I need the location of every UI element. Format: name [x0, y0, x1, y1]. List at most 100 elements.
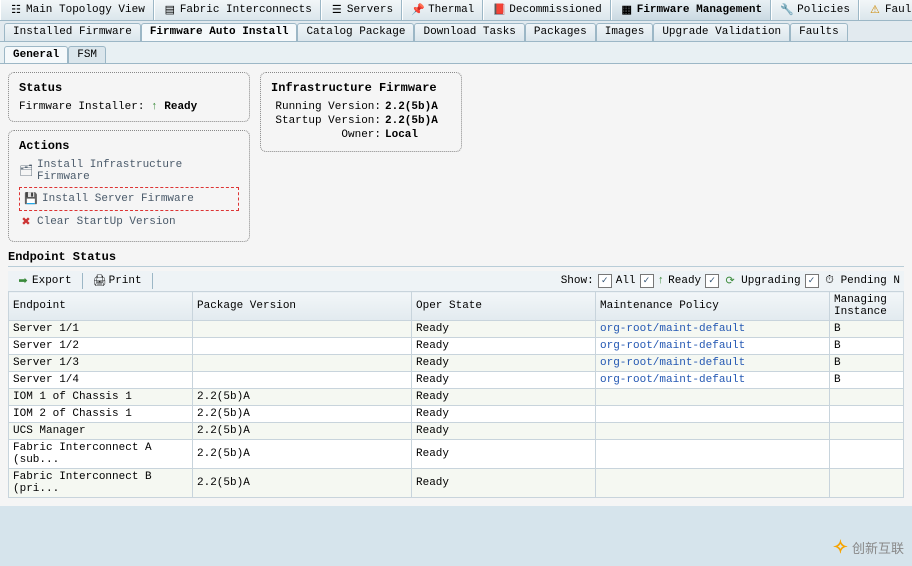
filter-pending-label: Pending N	[841, 275, 900, 287]
action-install-server[interactable]: 💾 Install Server Firmware	[19, 187, 239, 211]
inner-tab-general[interactable]: General	[4, 46, 68, 63]
content-area: Status Firmware Installer: ↑ Ready Actio…	[0, 63, 912, 506]
inner-tabs: General FSM	[0, 42, 912, 63]
export-button[interactable]: ➡Export	[12, 273, 76, 289]
cell-managing	[830, 469, 904, 498]
col-managing[interactable]: Managing Instance	[830, 292, 904, 321]
subtab-firmware-auto-install[interactable]: Firmware Auto Install	[141, 23, 298, 41]
subtab-download-tasks[interactable]: Download Tasks	[414, 23, 524, 41]
maint-link[interactable]: org-root/maint-default	[600, 374, 745, 386]
filter-pending-checkbox[interactable]: ✓	[805, 274, 819, 288]
firmware-icon: ▦	[620, 3, 634, 17]
cell-maint: org-root/maint-default	[596, 372, 830, 389]
installer-state: Ready	[164, 101, 197, 113]
show-label: Show:	[561, 275, 594, 287]
tab-firmware-management[interactable]: ▦Firmware Management	[611, 0, 771, 20]
subtab-images[interactable]: Images	[596, 23, 654, 41]
filter-upgrading-checkbox[interactable]: ✓	[705, 274, 719, 288]
table-row[interactable]: Server 1/1Readyorg-root/maint-defaultB	[9, 321, 904, 338]
cell-endpoint: UCS Manager	[9, 423, 193, 440]
tab-thermal[interactable]: 📌Thermal	[402, 0, 483, 20]
status-panel: Status Firmware Installer: ↑ Ready	[8, 72, 250, 122]
install-infra-icon: 🗂	[19, 164, 33, 178]
subtab-packages[interactable]: Packages	[525, 23, 596, 41]
action-clear-startup[interactable]: ✖ Clear StartUp Version	[19, 215, 239, 229]
pending-icon: ⏱	[823, 274, 837, 288]
cell-managing: B	[830, 355, 904, 372]
cell-maint: org-root/maint-default	[596, 338, 830, 355]
tab-decommissioned[interactable]: 📕Decommissioned	[483, 0, 610, 20]
cell-oper: Ready	[412, 355, 596, 372]
filter-ready-label: Ready	[668, 275, 701, 287]
filter-ready-checkbox[interactable]: ✓	[640, 274, 654, 288]
cell-maint	[596, 440, 830, 469]
upgrading-icon: ⟳	[723, 274, 737, 288]
print-button[interactable]: 🖨Print	[89, 273, 146, 289]
cell-oper: Ready	[412, 321, 596, 338]
ready-arrow-icon: ↑	[151, 101, 158, 113]
cell-endpoint: Server 1/4	[9, 372, 193, 389]
table-row[interactable]: IOM 1 of Chassis 12.2(5b)AReady	[9, 389, 904, 406]
cell-endpoint: Server 1/3	[9, 355, 193, 372]
tab-policies[interactable]: 🔧Policies	[771, 0, 859, 20]
table-row[interactable]: Server 1/3 Ready org-root/maint-default B	[9, 355, 904, 372]
subtab-installed-firmware[interactable]: Installed Firmware	[4, 23, 141, 41]
install-server-icon: 💾	[24, 192, 38, 206]
subtab-faults[interactable]: Faults	[790, 23, 848, 41]
table-row[interactable]: Fabric Interconnect B (pri...2.2(5b)ARea…	[9, 469, 904, 498]
cell-package	[193, 321, 412, 338]
cell-managing	[830, 389, 904, 406]
watermark-logo-icon: ✧	[833, 537, 848, 558]
cell-endpoint: IOM 1 of Chassis 1	[9, 389, 193, 406]
cell-endpoint: Server 1/2	[9, 338, 193, 355]
cell-maint	[596, 406, 830, 423]
filter-all-label: All	[616, 275, 636, 287]
cell-managing: B	[830, 338, 904, 355]
subtab-catalog-package[interactable]: Catalog Package	[297, 23, 414, 41]
policies-icon: 🔧	[780, 3, 794, 17]
actions-panel: Actions 🗂 Install Infrastructure Firmwar…	[8, 130, 250, 242]
fabric-icon: ▤	[163, 3, 177, 17]
cell-package: 2.2(5b)A	[193, 469, 412, 498]
cell-maint: org-root/maint-default	[596, 321, 830, 338]
col-endpoint[interactable]: Endpoint	[9, 292, 193, 321]
tab-fabric-interconnects[interactable]: ▤Fabric Interconnects	[154, 0, 321, 20]
endpoint-table: Endpoint Package Version Oper State Main…	[8, 291, 904, 498]
cell-package: 2.2(5b)A	[193, 440, 412, 469]
cell-oper: Ready	[412, 389, 596, 406]
status-title: Status	[19, 81, 239, 95]
col-maint[interactable]: Maintenance Policy	[596, 292, 830, 321]
cell-package	[193, 338, 412, 355]
table-row[interactable]: Server 1/4Readyorg-root/maint-defaultB	[9, 372, 904, 389]
cell-package	[193, 355, 412, 372]
maint-link[interactable]: org-root/maint-default	[600, 340, 745, 352]
cell-oper: Ready	[412, 406, 596, 423]
owner-value: Local	[385, 129, 418, 141]
watermark: ✧ 创新互联	[833, 537, 904, 558]
sub-tabs: Installed Firmware Firmware Auto Install…	[0, 21, 912, 42]
table-row[interactable]: Fabric Interconnect A (sub...2.2(5b)ARea…	[9, 440, 904, 469]
server-icon: ☰	[330, 3, 344, 17]
cell-package: 2.2(5b)A	[193, 406, 412, 423]
running-value: 2.2(5b)A	[385, 101, 438, 113]
table-row[interactable]: Server 1/2Readyorg-root/maint-defaultB	[9, 338, 904, 355]
table-row[interactable]: IOM 2 of Chassis 12.2(5b)AReady	[9, 406, 904, 423]
cell-maint	[596, 423, 830, 440]
cell-endpoint: IOM 2 of Chassis 1	[9, 406, 193, 423]
col-package[interactable]: Package Version	[193, 292, 412, 321]
table-row[interactable]: UCS Manager2.2(5b)AReady	[9, 423, 904, 440]
maint-link[interactable]: org-root/maint-default	[600, 357, 745, 369]
inner-tab-fsm[interactable]: FSM	[68, 46, 106, 63]
filter-all-checkbox[interactable]: ✓	[598, 274, 612, 288]
maint-link[interactable]: org-root/maint-default	[600, 323, 745, 335]
cell-oper: Ready	[412, 440, 596, 469]
ready-icon: ↑	[658, 275, 665, 287]
subtab-upgrade-validation[interactable]: Upgrade Validation	[653, 23, 790, 41]
action-install-infra[interactable]: 🗂 Install Infrastructure Firmware	[19, 159, 239, 183]
cell-package: 2.2(5b)A	[193, 389, 412, 406]
cell-maint	[596, 469, 830, 498]
col-oper[interactable]: Oper State	[412, 292, 596, 321]
tab-main-topology[interactable]: ☷Main Topology View	[0, 0, 154, 20]
tab-faults[interactable]: ⚠Faults	[859, 0, 912, 20]
tab-servers[interactable]: ☰Servers	[321, 0, 402, 20]
